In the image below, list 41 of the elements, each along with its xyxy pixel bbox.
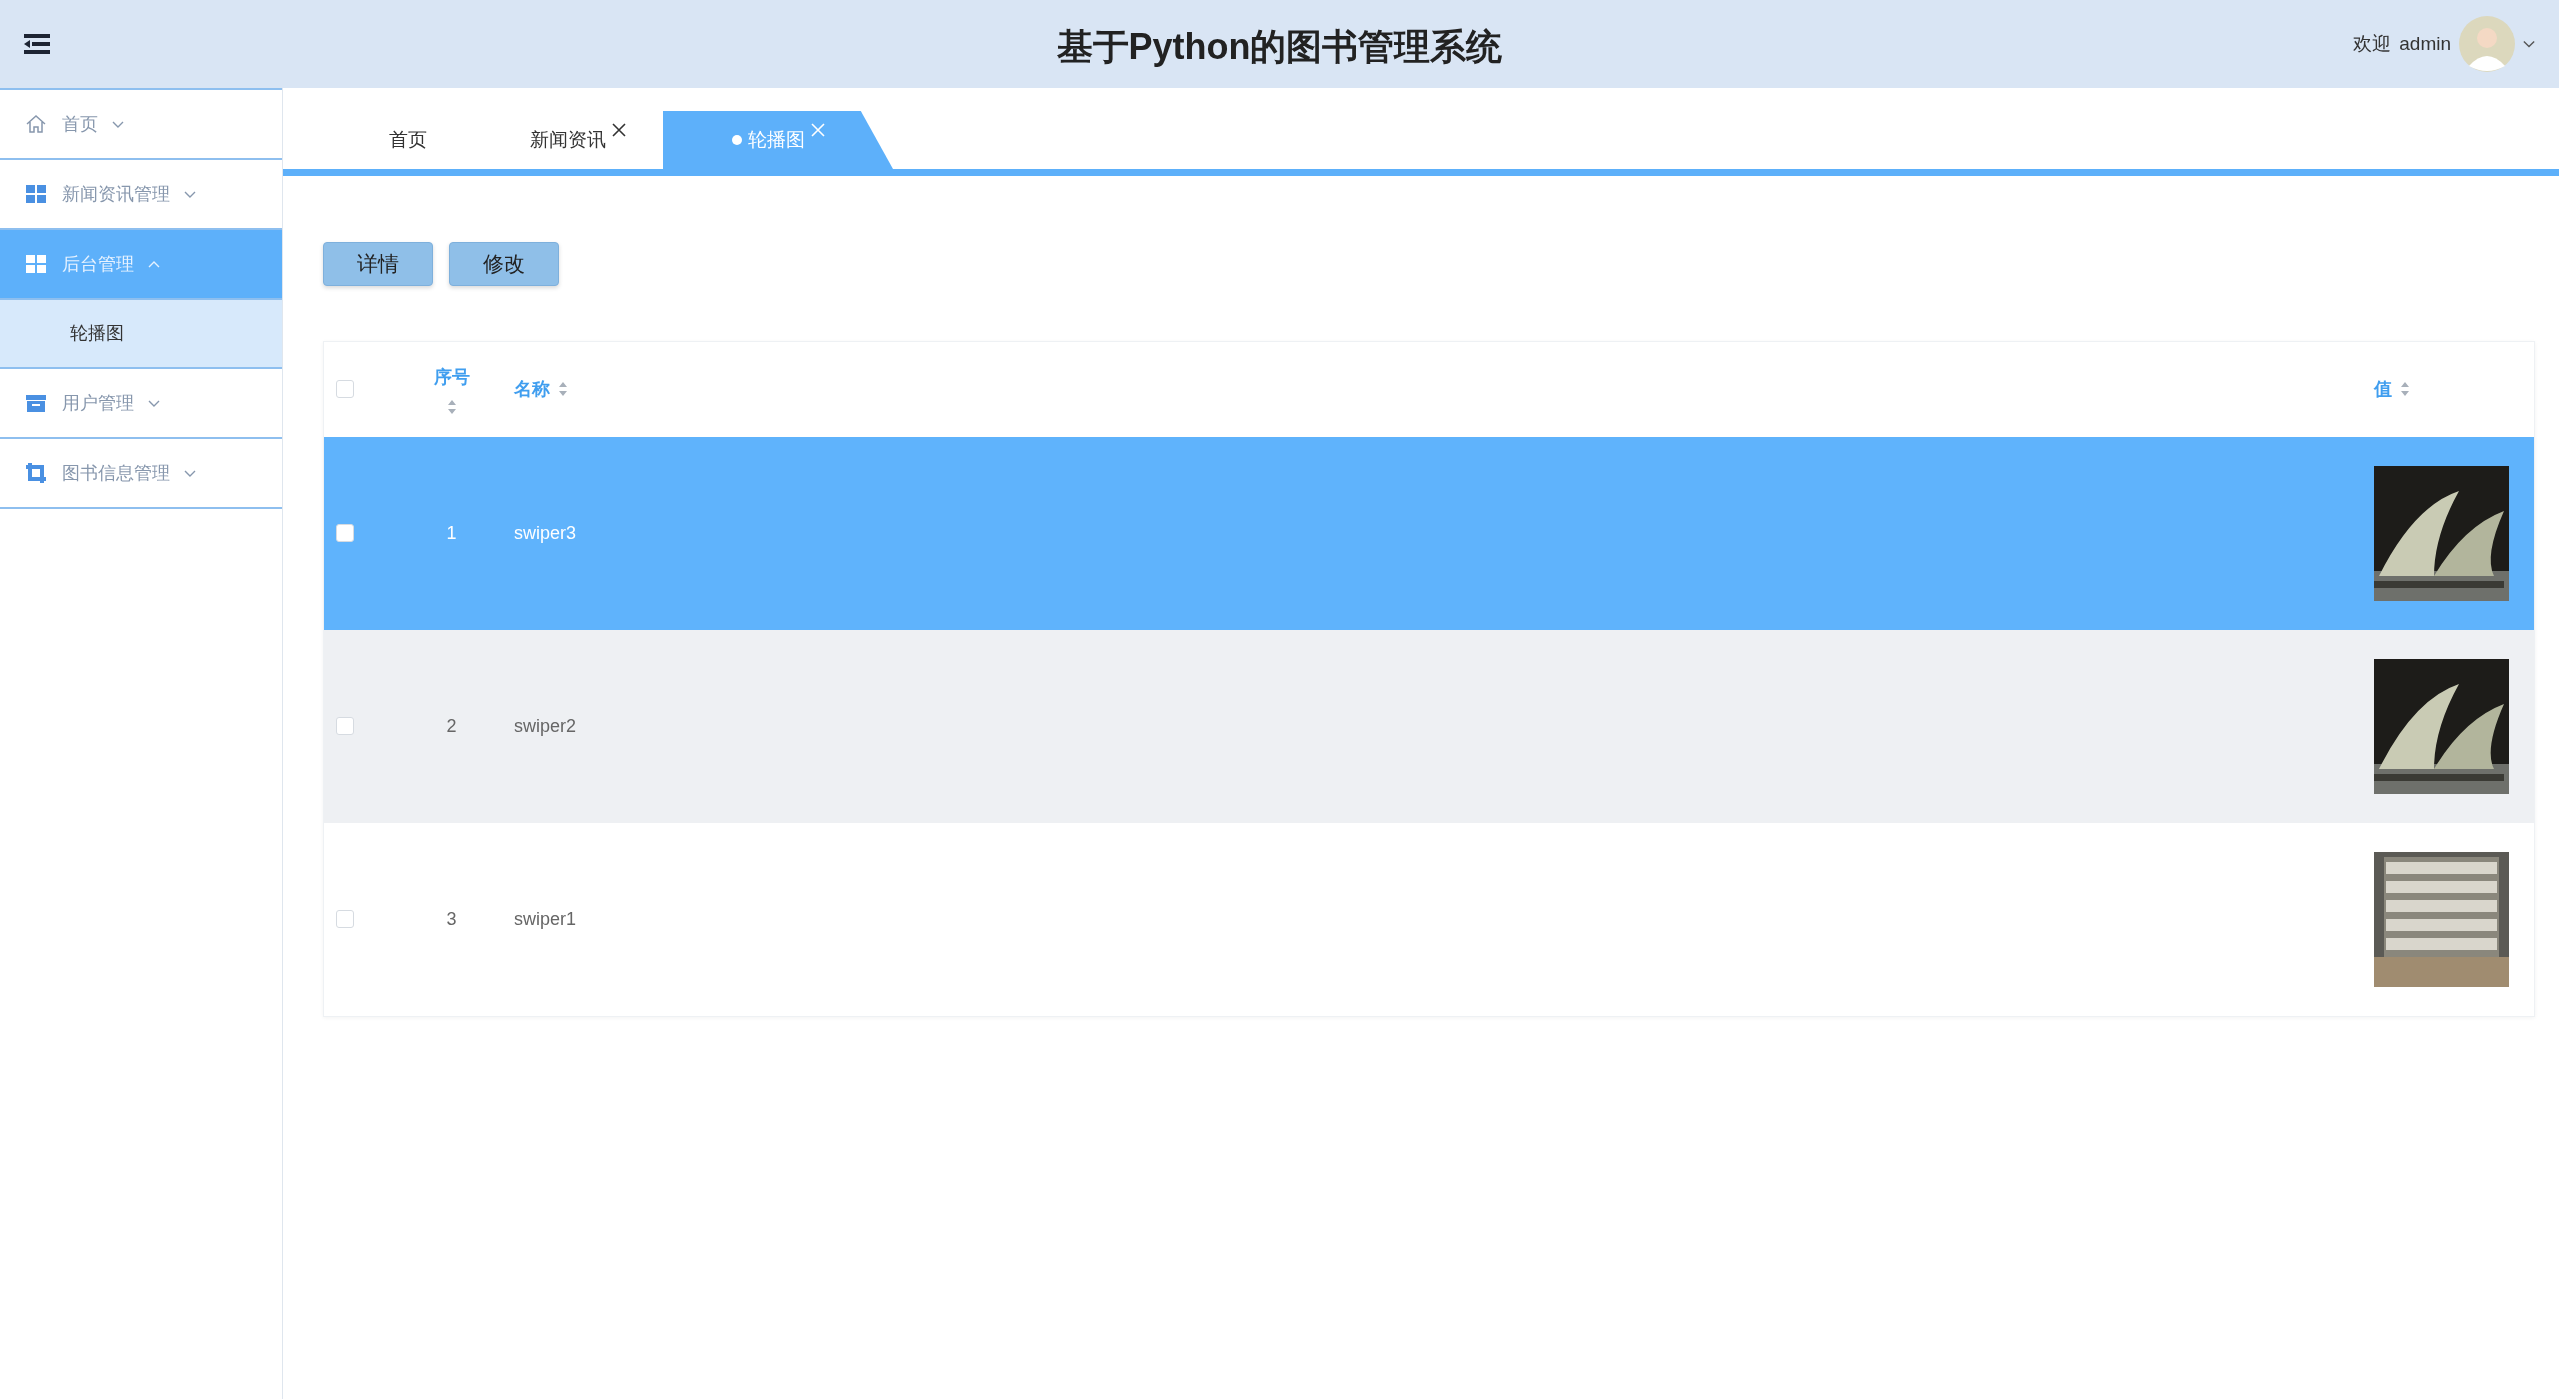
caret-icon[interactable] bbox=[2523, 38, 2535, 50]
checkbox[interactable] bbox=[336, 910, 354, 928]
submenu-item[interactable]: 轮播图 bbox=[0, 298, 282, 367]
table-row[interactable]: 3 swiper1 bbox=[324, 822, 2534, 1016]
action-button[interactable]: 详情 bbox=[323, 242, 433, 286]
table-row[interactable]: 2 swiper2 bbox=[324, 629, 2534, 823]
table-cell-text: 2 bbox=[445, 714, 458, 738]
column-header[interactable]: 序号 bbox=[433, 363, 470, 391]
table-cell: swiper1 bbox=[514, 908, 577, 929]
close-icon[interactable] bbox=[612, 123, 626, 137]
tab[interactable]: 首页 bbox=[323, 111, 493, 169]
user-name: admin bbox=[2399, 31, 2451, 56]
avatar-icon[interactable] bbox=[2459, 16, 2515, 72]
sidebar-item[interactable]: 首页 bbox=[0, 88, 282, 158]
table-cell: swiper2 bbox=[514, 715, 577, 736]
tab[interactable]: 轮播图 bbox=[663, 111, 893, 169]
sort-icon[interactable] bbox=[2400, 381, 2410, 397]
table-cell-text: 1 bbox=[445, 521, 458, 545]
sort-icon[interactable] bbox=[446, 398, 457, 415]
table-cell-text: 3 bbox=[445, 907, 458, 931]
welcome-text: 欢迎 bbox=[2353, 31, 2392, 56]
menu-icon[interactable] bbox=[24, 33, 50, 55]
grid-icon bbox=[24, 252, 48, 276]
dot-icon bbox=[731, 135, 742, 145]
table-cell: swiper3 bbox=[514, 522, 577, 543]
tab[interactable]: 新闻资讯 bbox=[493, 111, 663, 169]
column-header[interactable]: 名称 bbox=[514, 375, 550, 403]
home-icon bbox=[24, 112, 48, 136]
checkbox[interactable] bbox=[336, 717, 354, 735]
app-title: 基于Python的图书管理系统 bbox=[1056, 25, 1503, 69]
column-header[interactable]: 值 bbox=[2374, 375, 2392, 403]
sort-icon[interactable] bbox=[558, 381, 568, 397]
table-row[interactable]: 1 swiper3 bbox=[324, 436, 2534, 630]
sidebar-item[interactable]: 图书信息管理 bbox=[0, 437, 282, 507]
action-button[interactable]: 修改 bbox=[449, 242, 559, 286]
grid-icon bbox=[24, 182, 48, 206]
checkbox[interactable] bbox=[336, 524, 354, 542]
crop-icon bbox=[24, 461, 48, 485]
checkbox[interactable] bbox=[336, 380, 354, 398]
sidebar-item[interactable]: 用户管理 bbox=[0, 367, 282, 437]
sidebar-item[interactable]: 后台管理 bbox=[0, 228, 282, 298]
